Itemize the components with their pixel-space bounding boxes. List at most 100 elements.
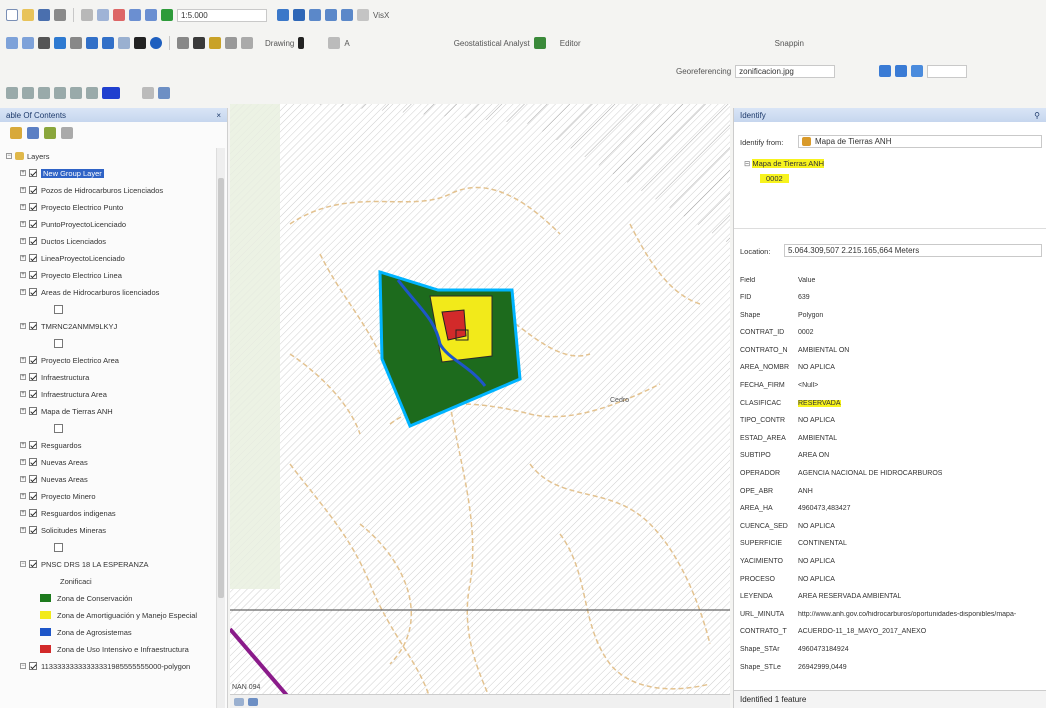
data-view-icon[interactable] [158, 87, 170, 99]
drawing-menu[interactable]: Drawing [265, 39, 294, 48]
toc-legend-item[interactable]: Zona de Uso Intensivo e Infraestructura [40, 641, 189, 657]
layer-visibility-checkbox[interactable] [29, 509, 37, 517]
expand-toggle-icon[interactable]: + [20, 255, 26, 261]
html-popup-icon[interactable] [225, 37, 237, 49]
legend-color-swatch[interactable] [40, 611, 51, 619]
attribute-row[interactable]: Shape_STAr 4960473184924 [740, 646, 849, 653]
expand-toggle-icon[interactable]: − [6, 153, 12, 159]
toc-layer-item[interactable]: + Nuevas Areas [20, 471, 88, 487]
layer-visibility-checkbox[interactable] [29, 254, 37, 262]
expand-toggle-icon[interactable]: + [20, 323, 26, 329]
toc-layer-symbol[interactable] [54, 539, 63, 555]
layer-tool-icon[interactable] [22, 87, 34, 99]
view-link-table-icon[interactable] [911, 65, 924, 77]
expand-toggle-icon[interactable]: + [20, 374, 26, 380]
layer-visibility-checkbox[interactable] [29, 526, 37, 534]
attribute-row[interactable]: LEYENDA AREA RESERVADA AMBIENTAL [740, 593, 901, 600]
expand-toggle-icon[interactable]: + [20, 459, 26, 465]
list-by-source-icon[interactable] [27, 127, 39, 139]
layer-visibility-checkbox[interactable] [29, 356, 37, 364]
toc-layer-item[interactable]: + LineaProyectoLicenciado [20, 250, 125, 266]
toc-layer-item[interactable]: + Resguardos [20, 437, 81, 453]
layer-visibility-checkbox[interactable] [29, 407, 37, 415]
attribute-row[interactable]: SUPERFICIE CONTINENTAL [740, 540, 847, 547]
layer-tool-icon[interactable] [70, 87, 82, 99]
layout-view-toggle-icon[interactable] [234, 697, 244, 706]
map-view[interactable]: Cedro NAN 094 [230, 104, 730, 699]
geostatistical-analyst-menu[interactable]: Geostatistical Analyst [454, 39, 530, 48]
expand-toggle-icon[interactable]: − [20, 561, 26, 567]
layer-visibility-checkbox[interactable] [29, 237, 37, 245]
expand-toggle-icon[interactable]: + [20, 272, 26, 278]
editor-menu[interactable]: Editor [560, 39, 581, 48]
layer-visibility-checkbox[interactable] [29, 662, 37, 670]
toc-layer-item[interactable]: + Resguardos indigenas [20, 505, 116, 521]
layer-visibility-checkbox[interactable] [29, 390, 37, 398]
editor-toolbar-icon[interactable] [277, 9, 289, 21]
layer-tool-icon[interactable] [86, 87, 98, 99]
expand-toggle-icon[interactable]: + [20, 289, 26, 295]
expand-toggle-icon[interactable]: + [20, 170, 26, 176]
layer-visibility-checkbox[interactable] [29, 220, 37, 228]
attribute-row[interactable]: TIPO_CONTR NO APLICA [740, 417, 835, 424]
attribute-row[interactable]: FECHA_FIRM <Null> [740, 382, 818, 389]
attribute-row[interactable]: CONTRAT_ID 0002 [740, 329, 814, 336]
layer-visibility-checkbox[interactable] [29, 373, 37, 381]
toc-layer-item[interactable]: − PNSC DRS 18 LA ESPERANZA [20, 556, 149, 572]
layer-symbol-swatch[interactable] [54, 542, 63, 552]
toc-layer-item[interactable]: + Mapa de Tierras ANH [20, 403, 113, 419]
expand-toggle-icon[interactable]: + [20, 476, 26, 482]
print-icon[interactable] [54, 9, 66, 21]
select-elements-icon[interactable] [134, 37, 146, 49]
attribute-row[interactable]: ESTAD_AREA AMBIENTAL [740, 435, 837, 442]
attribute-row[interactable]: Shape_STLe 26942999,0449 [740, 664, 847, 671]
toc-legend-item[interactable]: Zona de Conservación [40, 590, 132, 606]
toc-layer-item[interactable]: + Pozos de Hidrocarburos Licenciados [20, 182, 163, 198]
font-a-icon[interactable]: A [344, 39, 349, 48]
layer-visibility-checkbox[interactable] [29, 560, 37, 568]
delete-icon[interactable] [113, 9, 125, 21]
select-features-icon[interactable] [118, 37, 130, 49]
expand-toggle-icon[interactable]: + [20, 510, 26, 516]
search-window-icon[interactable] [325, 9, 337, 21]
georeferencing-layer-select[interactable]: zonificacion.jpg [735, 64, 836, 78]
expand-toggle-icon[interactable]: + [20, 391, 26, 397]
pan-icon[interactable] [38, 37, 50, 49]
layer-symbol-swatch[interactable] [54, 338, 63, 348]
toc-layer-item[interactable]: + Nuevas Areas [20, 454, 88, 470]
legend-color-swatch[interactable] [40, 628, 51, 636]
expand-toggle-icon[interactable]: + [20, 357, 26, 363]
layer-visibility-checkbox[interactable] [29, 186, 37, 194]
identify-from-select[interactable]: Mapa de Tierras ANH [798, 135, 1042, 148]
attribute-row[interactable]: OPERADOR AGENCIA NACIONAL DE HIDROCARBURO… [740, 470, 942, 477]
identify-pin-icon[interactable]: ⚲ [1034, 111, 1040, 120]
list-by-drawing-order-icon[interactable] [10, 127, 22, 139]
attribute-row[interactable]: OPE_ABR ANH [740, 488, 813, 495]
list-by-visibility-icon[interactable] [44, 127, 56, 139]
toc-legend-item[interactable]: Zona de Agrosistemas [40, 624, 132, 640]
snapping-menu[interactable]: Snappin [775, 39, 804, 48]
toc-legend-item[interactable]: Zona de Amortiguación y Manejo Especial [40, 607, 197, 623]
undo-icon[interactable] [129, 9, 141, 21]
add-control-points-icon[interactable] [879, 65, 892, 77]
text-tool-icon[interactable] [328, 37, 341, 49]
refresh-icon[interactable] [248, 697, 258, 706]
toc-layer-item[interactable]: + PuntoProyectoLicenciado [20, 216, 126, 232]
zoom-in-icon[interactable] [6, 37, 18, 49]
legend-color-swatch[interactable] [40, 645, 51, 653]
rotate-icon[interactable] [895, 65, 908, 77]
toc-scrollbar-thumb[interactable] [218, 178, 224, 598]
redo-icon[interactable] [145, 9, 157, 21]
toc-layer-item[interactable]: + TMRNC2ANMM9LKYJ [20, 318, 117, 334]
attribute-row[interactable]: AREA_NOMBR NO APLICA [740, 364, 835, 371]
layer-visibility-checkbox[interactable] [29, 492, 37, 500]
attribute-row[interactable]: Shape Polygon [740, 312, 823, 319]
layer-visibility-checkbox[interactable] [29, 288, 37, 296]
attribute-row[interactable]: PROCESO NO APLICA [740, 576, 835, 583]
attribute-row[interactable]: CLASIFICAC RESERVADA [740, 399, 841, 407]
identify-icon[interactable] [150, 37, 162, 49]
add-data-icon[interactable] [161, 9, 173, 21]
expand-toggle-icon[interactable]: + [20, 408, 26, 414]
layer-visibility-checkbox[interactable] [29, 271, 37, 279]
toc-layer-item[interactable]: + Ductos Licenciados [20, 233, 106, 249]
